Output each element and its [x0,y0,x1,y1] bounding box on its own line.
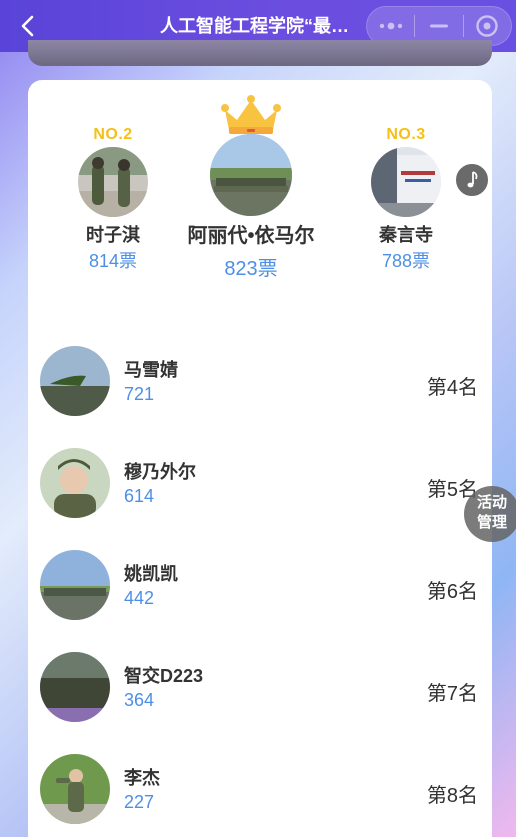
list-item[interactable]: 李杰 227 第8名 [40,754,480,826]
contestant-votes: 721 [124,384,155,404]
crown-icon [221,95,281,134]
avatar [40,754,110,824]
podium-votes: 814票 [88,251,138,271]
close-target-icon [476,15,499,37]
podium-second[interactable]: NO.2 时子淇 814票 [68,126,158,273]
music-toggle-button[interactable] [454,162,490,198]
back-arrow-icon [21,15,34,37]
avatar [40,448,110,518]
podium-votes: 823票 [224,258,278,280]
list-item[interactable]: 穆乃外尔 614 第5名 [40,448,480,520]
back-button[interactable] [14,12,42,40]
avatar [210,134,292,216]
contestant-votes: 364 [124,690,155,710]
avatar [40,550,110,620]
podium-first[interactable]: 阿丽代•依马尔 823票 [186,94,316,281]
list-item[interactable]: 马雪婧 721 第4名 [40,346,480,418]
avatar [78,147,148,217]
rank-tag-second: NO.2 [93,126,133,143]
podium-third[interactable]: NO.3 秦言寺 788票 [361,126,451,273]
contestant-rank: 第7名 [426,683,478,705]
contestant-rank: 第8名 [426,785,478,807]
contestant-name: 穆乃外尔 [124,462,196,482]
avatar [371,147,441,217]
contestant-name: 马雪婧 [124,360,178,380]
ranking-card: NO.2 时子淇 814票 阿丽代•依马尔 823票 NO.3 秦言寺 788票… [28,80,492,837]
minimize-icon [429,24,448,28]
podium-votes: 788票 [381,251,431,271]
podium-name: 阿丽代•依马尔 [187,225,315,247]
contestant-name: 智交D223 [124,666,204,686]
contestant-votes: 227 [124,792,155,812]
contestant-name: 姚凯凯 [124,564,178,584]
page-title: 人工智能工程学院“最美... [160,16,360,36]
contestant-name: 李杰 [124,768,160,788]
contestant-votes: 442 [124,588,155,608]
podium-name: 时子淇 [86,225,140,245]
contestant-rank: 第4名 [426,377,478,399]
avatar [40,652,110,722]
contestant-rank: 第6名 [426,581,478,603]
activity-management-label: 活动管理 [476,494,507,531]
podium-name: 秦言寺 [379,225,433,245]
activity-management-button[interactable]: 活动管理 [464,486,516,542]
list-item[interactable]: 姚凯凯 442 第6名 [40,550,480,622]
contestant-votes: 614 [124,486,155,506]
banner-bottom-edge [28,40,492,66]
list-item[interactable]: 智交D223 364 第7名 [40,652,480,724]
music-icon [467,171,478,188]
rank-tag-third: NO.3 [386,126,426,143]
avatar [40,346,110,416]
more-dots-icon [379,22,402,30]
